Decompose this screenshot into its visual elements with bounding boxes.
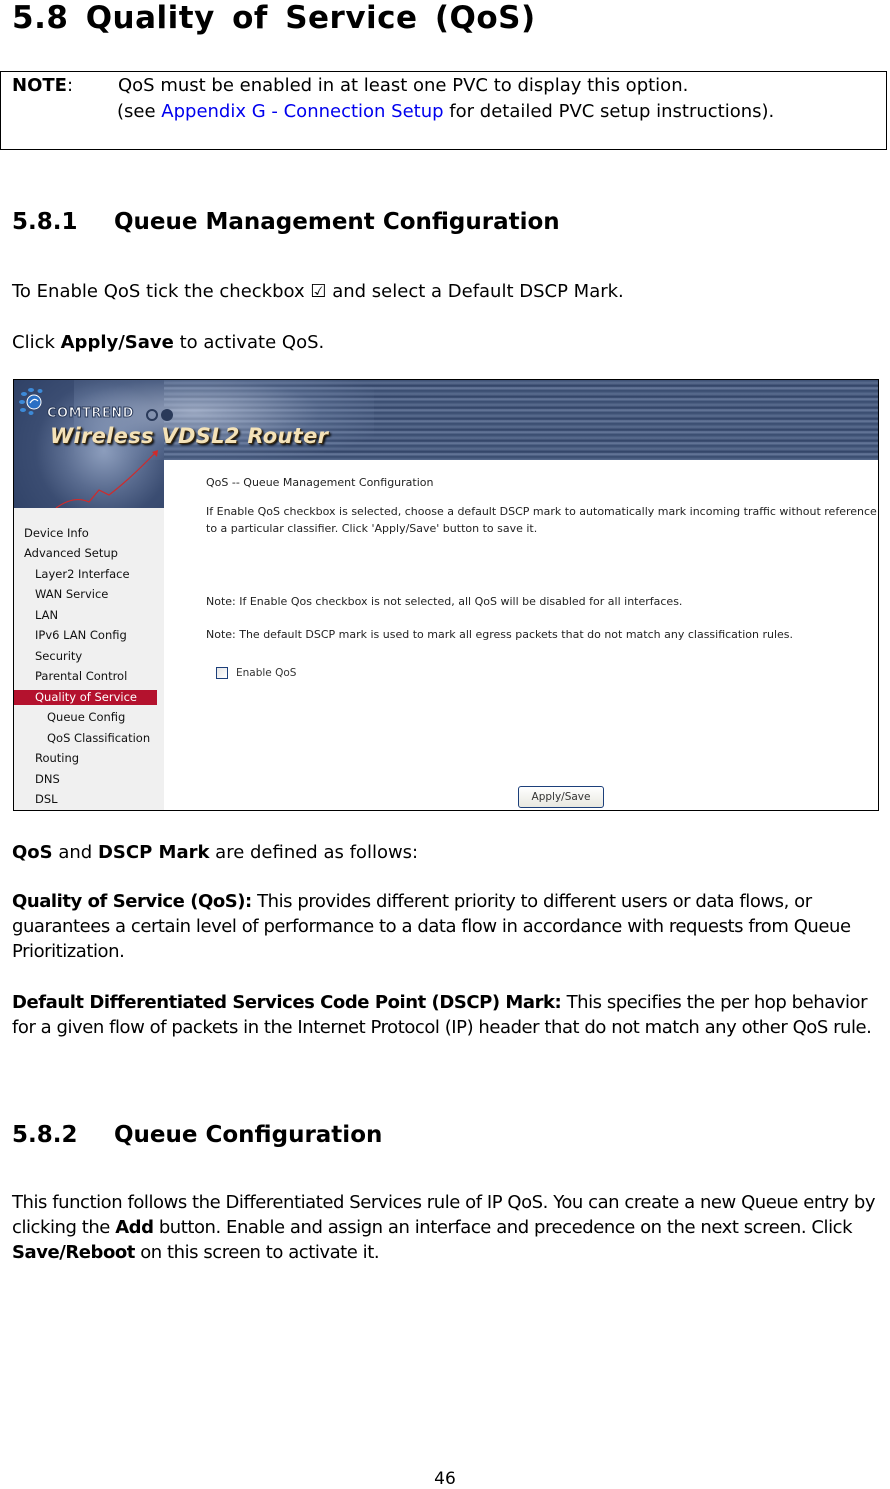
qos-term: Quality of Service (QoS): — [12, 891, 252, 912]
sidebar-item-qos-classification[interactable]: QoS Classification — [47, 731, 150, 746]
sidebar-nav: Device Info Advanced Setup Layer2 Interf… — [14, 508, 164, 810]
definitions-intro: QoS and DSCP Mark are defined as follows… — [12, 840, 882, 865]
comtrend-logo-icon — [19, 388, 43, 415]
sidebar-item-queue-config[interactable]: Queue Config — [47, 710, 125, 725]
sidebar-item-advanced-setup[interactable]: Advanced Setup — [24, 546, 118, 561]
sidebar-item-routing[interactable]: Routing — [35, 751, 79, 766]
text: and — [52, 842, 98, 863]
note-line2-prefix: (see — [117, 101, 162, 122]
dot-icon — [146, 409, 158, 421]
bold-text: Add — [115, 1217, 154, 1238]
subsection-title: Queue Configuration — [114, 1122, 383, 1148]
sidebar-item-dsl[interactable]: DSL — [35, 792, 58, 807]
subsection-title: Queue Management Configuration — [114, 209, 560, 235]
content-note-2: Note: The default DSCP mark is used to m… — [206, 628, 794, 641]
sidebar-item-dns[interactable]: DNS — [35, 772, 60, 787]
brand-logo-text: COMTREND — [47, 406, 134, 422]
dot-icon — [161, 409, 173, 421]
sidebar-item-device-info[interactable]: Device Info — [24, 526, 89, 541]
note-line2: (see Appendix G - Connection Setup for d… — [117, 101, 774, 122]
sidebar-item-security[interactable]: Security — [35, 649, 82, 664]
text: on this screen to activate it. — [134, 1242, 380, 1263]
logo-dots — [146, 406, 176, 425]
page-number: 46 — [434, 1469, 456, 1489]
enable-qos-checkbox[interactable] — [216, 667, 228, 679]
sidebar-item-lan[interactable]: LAN — [35, 608, 58, 623]
text: Click — [12, 332, 61, 353]
enable-qos-row: Enable QoS — [216, 667, 296, 679]
content-panel: QoS -- Queue Management Configuration If… — [164, 460, 878, 810]
bold-text: DSCP Mark — [97, 842, 210, 863]
sidebar-item-layer2-interface[interactable]: Layer2 Interface — [35, 567, 130, 582]
subsection-heading-5-8-1: 5.8.1 Queue Management Configuration — [12, 209, 560, 235]
sidebar-item-wan-service[interactable]: WAN Service — [35, 587, 108, 602]
note-label: NOTE: — [12, 75, 73, 96]
text: button. Enable and assign an interface a… — [153, 1217, 853, 1238]
red-arrow-graphic — [55, 450, 158, 509]
note-line1: QoS must be enabled in at least one PVC … — [118, 75, 689, 96]
router-screenshot: COMTREND Wireless VDSL2 Router Device In… — [13, 379, 879, 811]
qos-definition: Quality of Service (QoS): This provides … — [12, 889, 882, 964]
content-title: QoS -- Queue Management Configuration — [206, 476, 434, 489]
paragraph-enable-qos: To Enable QoS tick the checkbox ☑ and se… — [12, 281, 624, 302]
sidebar-item-parental-control[interactable]: Parental Control — [35, 669, 127, 684]
note-label-text: NOTE — [12, 75, 67, 96]
bold-text: QoS — [12, 842, 53, 863]
sidebar-item-ipv6-lan-config[interactable]: IPv6 LAN Config — [35, 628, 127, 643]
sidebar-item-quality-of-service[interactable]: Quality of Service — [14, 690, 157, 705]
apply-save-button[interactable]: Apply/Save — [518, 786, 604, 808]
queue-config-paragraph: This function follows the Differentiated… — [12, 1190, 882, 1265]
content-note-1: Note: If Enable Qos checkbox is not sele… — [206, 595, 683, 608]
dscp-definition: Default Differentiated Services Code Poi… — [12, 990, 882, 1040]
section-title: 5.8 Quality of Service (QoS) — [12, 0, 536, 36]
subsection-heading-5-8-2: 5.8.2 Queue Configuration — [12, 1122, 382, 1148]
paragraph-apply-save: Click Apply/Save to activate QoS. — [12, 330, 882, 355]
note-line2-suffix: for detailed PVC setup instructions). — [443, 101, 775, 122]
bold-text: Save/Reboot — [12, 1242, 135, 1263]
note-colon: : — [66, 75, 74, 96]
enable-qos-label: Enable QoS — [236, 667, 297, 679]
subsection-number: 5.8.2 — [12, 1122, 78, 1148]
content-description: If Enable QoS checkbox is selected, choo… — [206, 505, 877, 535]
appendix-g-link[interactable]: Appendix G - Connection Setup — [161, 101, 443, 122]
subsection-number: 5.8.1 — [12, 209, 78, 235]
product-name: Wireless VDSL2 Router — [50, 424, 329, 448]
text: are defined as follows: — [209, 842, 419, 863]
dscp-term: Default Differentiated Services Code Poi… — [12, 992, 562, 1013]
bold-text: Apply/Save — [60, 332, 174, 353]
text: to activate QoS. — [173, 332, 325, 353]
